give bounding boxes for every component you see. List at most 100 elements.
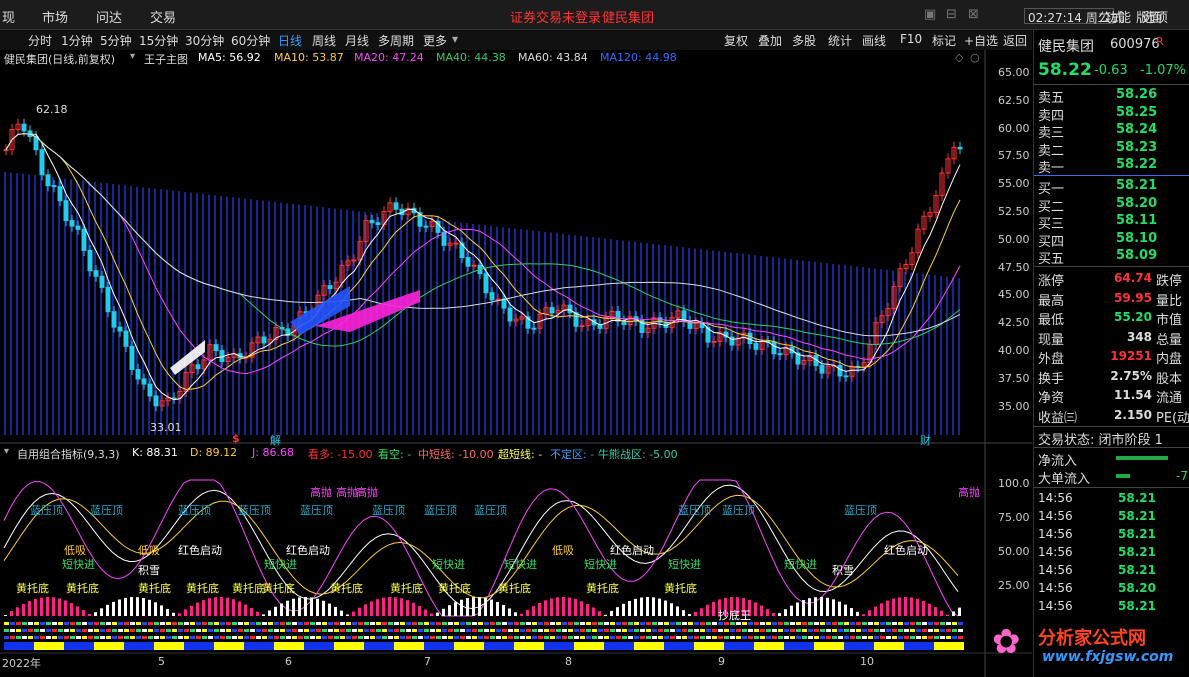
tab-period-60min[interactable]: 60分钟: [231, 32, 270, 49]
tab-period-15min[interactable]: 15分钟: [139, 32, 178, 49]
hist-bar: [820, 597, 823, 616]
f10-button[interactable]: F10: [900, 32, 922, 46]
chevron-down-icon[interactable]: ▾: [452, 32, 458, 46]
strip-cell: [646, 622, 651, 625]
indicator-name[interactable]: 王子主图: [144, 51, 188, 67]
strip-cell: [502, 629, 507, 632]
strip-cell: [616, 636, 621, 639]
chevron-down-icon[interactable]: ▾: [130, 51, 135, 62]
strip-cell: [232, 629, 237, 632]
strip-cell: [490, 636, 495, 639]
strip-cell: [130, 636, 135, 639]
strip-cell: [538, 629, 543, 632]
strip-cell: [928, 629, 933, 632]
close-icon[interactable]: ○: [970, 51, 980, 64]
tab-period-monthly[interactable]: 月线: [345, 32, 369, 49]
tab-period-30min[interactable]: 30分钟: [185, 32, 224, 49]
menu-item-wenda[interactable]: 问达: [96, 7, 122, 26]
hist-bar: [658, 598, 661, 616]
settings-icon[interactable]: ◇: [955, 51, 963, 64]
bottom-strip-cell: [28, 642, 34, 650]
strip-cell: [382, 629, 387, 632]
strip-cell: [370, 622, 375, 625]
overlay-button[interactable]: 叠加: [758, 32, 782, 49]
strip-cell: [664, 629, 669, 632]
bottom-strip-cell: [940, 642, 946, 650]
signal-label: 蓝压顶: [90, 504, 123, 517]
tab-period-daily[interactable]: 日线: [278, 32, 302, 49]
hist-bar: [502, 604, 505, 616]
strip-cell: [832, 622, 837, 625]
menu-item-formula[interactable]: 公式: [1098, 7, 1124, 26]
back-button[interactable]: 返回: [1003, 32, 1027, 49]
close-icon[interactable]: ⊠: [968, 7, 979, 22]
bottom-strip-cell: [454, 642, 460, 650]
strip-cell: [958, 622, 963, 625]
add-watchlist-button[interactable]: +自选: [964, 32, 998, 49]
minimize-icon[interactable]: ▣: [924, 7, 936, 22]
quote-price: 58.22: [1038, 60, 1092, 80]
signal-label: 黄托底: [498, 582, 531, 595]
tab-period-5min[interactable]: 5分钟: [100, 32, 132, 49]
strip-cell: [880, 636, 885, 639]
stat-label: 最低: [1038, 313, 1065, 328]
signal-label: 黄托底: [138, 582, 171, 595]
ask-price: 58.26: [1116, 87, 1158, 102]
bottom-strip-cell: [124, 642, 130, 650]
menu-item-trade[interactable]: 交易: [150, 7, 176, 26]
hist-bar: [34, 598, 37, 616]
band-bar: [862, 267, 864, 435]
candle-body: [141, 378, 147, 385]
strip-cell: [580, 622, 585, 625]
hist-bar: [322, 600, 325, 616]
ask-price: 58.24: [1116, 122, 1158, 137]
x-tick: 7: [424, 655, 431, 668]
strip-cell: [904, 629, 909, 632]
strip-cell: [412, 622, 417, 625]
strip-cell: [622, 622, 627, 625]
strip-cell: [340, 629, 345, 632]
bottom-strip-cell: [868, 642, 874, 650]
strip-cell: [436, 622, 441, 625]
strip-cell: [544, 629, 549, 632]
mark-button[interactable]: 标记: [932, 32, 956, 49]
signal-label: 蓝压顶: [178, 504, 211, 517]
tab-period-multi[interactable]: 多周期: [378, 32, 414, 49]
bottom-strip-cell: [208, 642, 214, 650]
trade-login-notice[interactable]: 证券交易未登录: [510, 7, 601, 26]
tab-period-weekly[interactable]: 周线: [312, 32, 336, 49]
strip-cell: [400, 636, 405, 639]
strip-cell: [706, 622, 711, 625]
restore-icon[interactable]: ⊟: [946, 7, 957, 22]
tab-period-more[interactable]: 更多: [423, 32, 447, 49]
stats-button[interactable]: 统计: [828, 32, 852, 49]
strip-cell: [100, 622, 105, 625]
bottom-strip-cell: [562, 642, 568, 650]
strip-cell: [604, 622, 609, 625]
band-bar: [250, 199, 252, 435]
band-bar: [76, 179, 78, 435]
quote-stock-code: 600976: [1110, 37, 1160, 52]
draw-line-button[interactable]: 画线: [862, 32, 886, 49]
menu-item-market[interactable]: 市场: [42, 7, 68, 26]
bottom-strip-cell: [544, 642, 550, 650]
watermark-text: 分析家公式网: [1038, 628, 1146, 649]
strip-cell: [64, 636, 69, 639]
bottom-strip-cell: [52, 642, 58, 650]
tab-period-tick[interactable]: 分时: [28, 32, 52, 49]
multi-stock-button[interactable]: 多股: [792, 32, 816, 49]
menu-item-market-short[interactable]: 现: [2, 7, 15, 26]
indicator-title[interactable]: 自用组合指标(9,3,3): [17, 446, 120, 462]
strip-cell: [796, 636, 801, 639]
menu-item-layout[interactable]: 版面: [1136, 7, 1162, 26]
hist-bar: [568, 597, 571, 616]
adjust-button[interactable]: 复权: [724, 32, 748, 49]
ma120-label: MA120: 44.98: [600, 51, 677, 64]
tick-time: 14:56: [1038, 527, 1073, 541]
tab-period-1min[interactable]: 1分钟: [61, 32, 93, 49]
strip-cell: [226, 622, 231, 625]
chevron-down-icon[interactable]: ▾: [4, 446, 9, 457]
strip-cell: [202, 629, 207, 632]
bottom-strip-cell: [292, 642, 298, 650]
bottom-strip-cell: [934, 642, 940, 650]
